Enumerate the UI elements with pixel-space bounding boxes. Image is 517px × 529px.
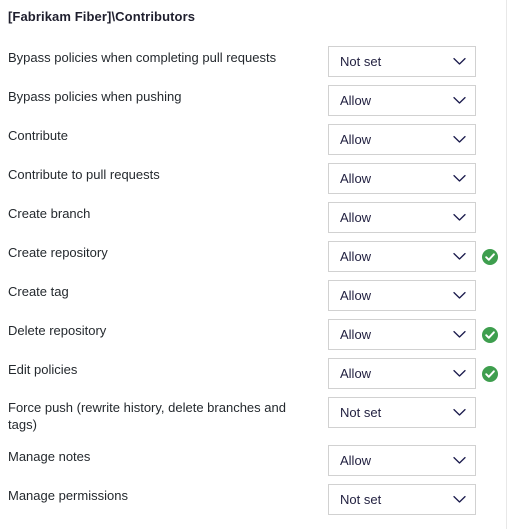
permission-control: Allow [328, 163, 476, 194]
permission-dropdown[interactable]: Allow [328, 85, 476, 116]
permissions-list: Bypass policies when completing pull req… [0, 44, 506, 521]
permission-dropdown-value: Not set [340, 54, 382, 69]
permission-row: Bypass policies when pushing Allow [0, 83, 506, 122]
panel-scroll-gutter[interactable] [508, 0, 517, 529]
permission-dropdown[interactable]: Not set [328, 397, 476, 428]
permission-row: Create tag Allow [0, 278, 506, 317]
chevron-down-icon [453, 359, 466, 388]
permission-dropdown[interactable]: Allow [328, 445, 476, 476]
chevron-down-icon [453, 485, 466, 514]
permission-dropdown[interactable]: Allow [328, 163, 476, 194]
permission-row: Create repository Allow [0, 239, 506, 278]
permission-dropdown-value: Not set [340, 492, 382, 507]
permission-label: Create tag [8, 284, 69, 299]
chevron-down-icon [453, 242, 466, 271]
chevron-down-icon [453, 164, 466, 193]
permission-label: Contribute [8, 128, 68, 143]
permission-label: Bypass policies when completing pull req… [8, 50, 277, 65]
check-circle-icon [482, 327, 498, 343]
permission-control: Not set [328, 484, 476, 515]
permission-row: Contribute to pull requests Allow [0, 161, 506, 200]
permission-control: Allow [328, 241, 476, 272]
permission-row: Manage permissions Not set [0, 482, 506, 521]
permission-dropdown[interactable]: Allow [328, 280, 476, 311]
permission-control: Allow [328, 319, 476, 350]
permission-dropdown-value: Allow [340, 93, 372, 108]
permission-row: Manage notes Allow [0, 443, 506, 482]
check-circle-icon [482, 366, 498, 382]
permission-row: Force push (rewrite history, delete bran… [0, 395, 506, 443]
check-circle-icon [482, 249, 498, 265]
permission-dropdown[interactable]: Allow [328, 241, 476, 272]
permission-control: Not set [328, 46, 476, 77]
permission-label: Manage notes [8, 449, 91, 464]
permission-dropdown-value: Allow [340, 327, 372, 342]
chevron-down-icon [453, 281, 466, 310]
permission-dropdown[interactable]: Allow [328, 319, 476, 350]
chevron-down-icon [453, 86, 466, 115]
permission-control: Allow [328, 358, 476, 389]
permission-label: Create branch [8, 206, 91, 221]
permission-dropdown-value: Allow [340, 453, 372, 468]
permission-dropdown-value: Allow [340, 366, 372, 381]
permission-dropdown-value: Allow [340, 210, 372, 225]
chevron-down-icon [453, 203, 466, 232]
permission-label: Force push (rewrite history, delete bran… [8, 400, 286, 432]
permission-control: Allow [328, 445, 476, 476]
permission-dropdown[interactable]: Not set [328, 484, 476, 515]
permission-label: Bypass policies when pushing [8, 89, 182, 104]
permission-row: Create branch Allow [0, 200, 506, 239]
chevron-down-icon [453, 47, 466, 76]
permission-label: Create repository [8, 245, 108, 260]
permission-control: Allow [328, 124, 476, 155]
permission-control: Allow [328, 202, 476, 233]
permission-dropdown-value: Not set [340, 405, 382, 420]
permission-row: Delete repository Allow [0, 317, 506, 356]
permission-row: Edit policies Allow [0, 356, 506, 395]
permission-dropdown-value: Allow [340, 171, 372, 186]
permission-dropdown[interactable]: Allow [328, 358, 476, 389]
permission-dropdown-value: Allow [340, 132, 372, 147]
permissions-panel: [Fabrikam Fiber]\Contributors Bypass pol… [0, 0, 507, 529]
permission-dropdown[interactable]: Allow [328, 202, 476, 233]
permission-control: Allow [328, 280, 476, 311]
permission-row: Contribute Allow [0, 122, 506, 161]
chevron-down-icon [453, 446, 466, 475]
permission-label: Contribute to pull requests [8, 167, 160, 182]
permission-dropdown-value: Allow [340, 249, 372, 264]
chevron-down-icon [453, 125, 466, 154]
permission-label: Manage permissions [8, 488, 128, 503]
page-title: [Fabrikam Fiber]\Contributors [8, 9, 196, 24]
permission-row: Bypass policies when completing pull req… [0, 44, 506, 83]
chevron-down-icon [453, 398, 466, 427]
chevron-down-icon [453, 320, 466, 349]
permission-label: Edit policies [8, 362, 78, 377]
permission-dropdown[interactable]: Allow [328, 124, 476, 155]
permission-label: Delete repository [8, 323, 107, 338]
permission-control: Allow [328, 85, 476, 116]
permission-control: Not set [328, 397, 476, 428]
permission-dropdown[interactable]: Not set [328, 46, 476, 77]
permission-dropdown-value: Allow [340, 288, 372, 303]
